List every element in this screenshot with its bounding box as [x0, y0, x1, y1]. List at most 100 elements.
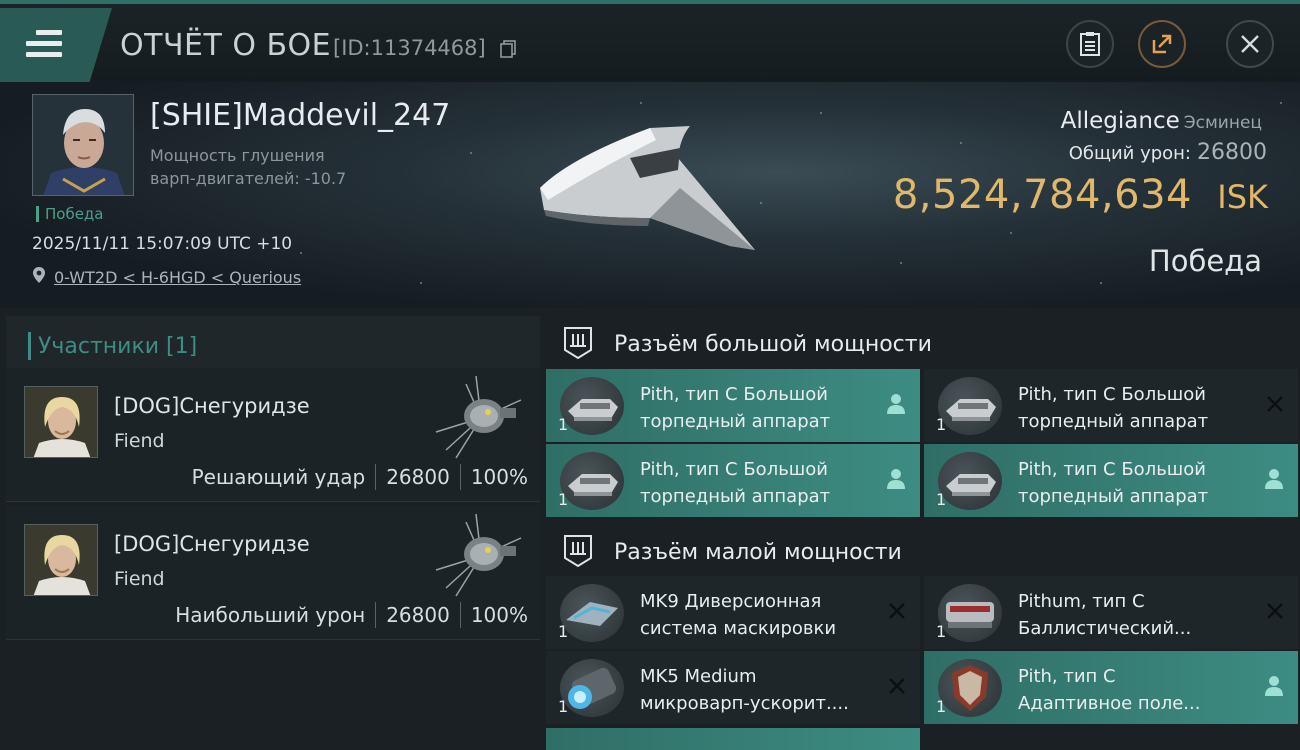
victim-pilot-name[interactable]: [SHIE]Maddevil_247	[150, 98, 450, 133]
page-title: ОТЧЁТ О БОЕ	[120, 28, 332, 63]
victim-avatar[interactable]	[32, 94, 134, 196]
participant-row[interactable]: [DOG]Снегуридзе Fiend Решающий удар 2680…	[6, 368, 540, 502]
participant-damage: 26800	[386, 603, 450, 627]
person-icon	[887, 394, 905, 414]
high-slot-icon	[564, 327, 592, 360]
copy-icon[interactable]	[500, 40, 516, 58]
slot-quantity: 1	[558, 622, 569, 641]
participant-role: Наибольший урон	[175, 603, 366, 627]
participant-name[interactable]: [DOG]Снегуридзе	[114, 394, 310, 418]
slot-icon	[560, 584, 624, 642]
slot-quantity: 1	[936, 622, 947, 641]
participant-ship-image	[435, 375, 522, 459]
slot-icon	[938, 659, 1002, 717]
slot-name: MK5 Medium микроварп-ускорит....	[640, 663, 880, 717]
slot-name-line-1: Pith, тип C	[1018, 666, 1116, 687]
participant-damage: 26800	[386, 465, 450, 489]
module-slot[interactable]: 1 Pith, тип C Большой торпедный аппарат	[924, 369, 1298, 442]
warp-disruption-label: Мощность глушения варп-двигателей: -10.7	[150, 144, 346, 190]
participant-avatar[interactable]	[24, 524, 98, 596]
warp-label-line-2: варп-двигателей: -10.7	[150, 169, 347, 188]
module-slot-partial[interactable]	[546, 728, 920, 750]
battle-result: Победа	[1148, 244, 1262, 278]
module-slot[interactable]: 1 Pithum, тип C Баллистический...	[924, 576, 1298, 649]
participant-percent: 100%	[470, 465, 528, 489]
slot-icon	[938, 377, 1002, 435]
participant-stats: Решающий удар 26800 100%	[192, 464, 528, 490]
location-link[interactable]: 0-WT2D < H-6HGD < Querious	[54, 268, 301, 287]
slot-name-line-2: торпедный аппарат	[1018, 411, 1209, 432]
person-icon	[887, 469, 905, 489]
fitting-panel: Разъём большой мощности 1 Pith, тип C Бо…	[540, 308, 1300, 750]
participant-ship: Fiend	[114, 568, 165, 590]
module-slot[interactable]: 1 Pith, тип C Адаптивное поле...	[924, 651, 1298, 724]
participant-row[interactable]: [DOG]Снегуридзе Fiend Наибольший урон 26…	[6, 506, 540, 640]
slot-icon	[560, 452, 624, 510]
total-damage-label: Общий урон:	[1068, 143, 1191, 164]
destroyed-x-icon	[889, 678, 905, 694]
participant-name[interactable]: [DOG]Снегуридзе	[114, 532, 310, 556]
slot-name: Pith, тип C Большой торпедный аппарат	[640, 456, 880, 510]
slot-name: Pith, тип C Большой торпедный аппарат	[640, 381, 880, 435]
participant-ship-image	[435, 513, 522, 597]
clipboard-button[interactable]	[1066, 20, 1114, 68]
victim-summary: [SHIE]Maddevil_247 Мощность глушения вар…	[0, 82, 1300, 308]
slot-name-line-2: торпедный аппарат	[640, 411, 831, 432]
share-icon	[1152, 34, 1172, 54]
isk-unit: ISK	[1217, 178, 1268, 216]
menu-icon	[26, 30, 62, 58]
slot-name-line-2: Адаптивное поле...	[1018, 693, 1201, 714]
slot-name-line-1: Pith, тип C Большой	[640, 384, 828, 405]
slot-icon	[938, 584, 1002, 642]
slot-name-line-2: Баллистический...	[1018, 618, 1192, 639]
participant-role: Решающий удар	[191, 465, 366, 489]
stats-divider	[375, 602, 377, 628]
participant-percent: 100%	[470, 603, 528, 627]
slot-quantity: 1	[936, 415, 947, 434]
victim-ship-image	[540, 126, 755, 250]
low-slots-title: Разъём малой мощности	[614, 540, 902, 565]
stats-divider	[459, 602, 461, 628]
top-bar: ОТЧЁТ О БОЕ [ID:11374468]	[0, 0, 1300, 82]
slot-name: Pith, тип C Адаптивное поле...	[1018, 663, 1258, 717]
share-button[interactable]	[1138, 20, 1186, 68]
module-slot[interactable]: 1 MK9 Диверсионная система маскировки	[546, 576, 920, 649]
destroyed-x-icon	[889, 603, 905, 619]
slot-icon	[560, 659, 624, 717]
slot-quantity: 1	[558, 490, 569, 509]
warp-label-line-1: Мощность глушения	[150, 146, 325, 165]
destroyed-x-icon	[1267, 603, 1283, 619]
victim-ship-name[interactable]: Allegiance Эсминец	[1061, 108, 1262, 134]
slot-icon	[560, 377, 624, 435]
module-slot[interactable]: 1 Pith, тип C Большой торпедный аппарат	[546, 369, 920, 442]
participant-ship: Fiend	[114, 430, 165, 452]
person-icon	[1265, 676, 1283, 696]
ship-class-text: Эсминец	[1183, 113, 1262, 133]
slot-quantity: 1	[558, 697, 569, 716]
total-damage-value: 26800	[1197, 140, 1267, 165]
high-slots-title: Разъём большой мощности	[614, 332, 932, 357]
low-slot-icon	[564, 535, 592, 568]
slot-name-line-1: Pith, тип C Большой	[640, 459, 828, 480]
module-slot[interactable]: 1 Pith, тип C Большой торпедный аппарат	[546, 444, 920, 517]
report-id: [ID:11374468]	[333, 36, 486, 60]
slot-name: Pith, тип C Большой торпедный аппарат	[1018, 381, 1258, 435]
slot-name-line-2: система маскировки	[640, 618, 837, 639]
slot-name-line-1: Pith, тип C Большой	[1018, 459, 1206, 480]
low-slots-header: Разъём малой мощности	[540, 522, 1300, 576]
module-slot[interactable]: 1 MK5 Medium микроварп-ускорит....	[546, 651, 920, 724]
ship-name-text: Allegiance	[1060, 108, 1180, 134]
close-button[interactable]	[1226, 20, 1274, 68]
module-slot[interactable]: 1 Pith, тип C Большой торпедный аппарат	[924, 444, 1298, 517]
menu-button[interactable]	[0, 8, 112, 82]
location-pin-icon	[33, 267, 45, 283]
kill-datetime: 2025/11/11 15:07:09 UTC +10	[32, 234, 293, 254]
slot-name: Pithum, тип C Баллистический...	[1018, 588, 1258, 642]
slot-name-line-1: Pithum, тип C	[1018, 591, 1145, 612]
close-icon	[1241, 35, 1259, 53]
participant-avatar[interactable]	[24, 386, 98, 458]
participants-header-text: Участники [1]	[38, 334, 198, 359]
slot-name-line-2: торпедный аппарат	[640, 486, 831, 507]
slot-name-line-1: MK5 Medium	[640, 666, 757, 687]
participants-header[interactable]: Участники [1]	[6, 316, 540, 368]
